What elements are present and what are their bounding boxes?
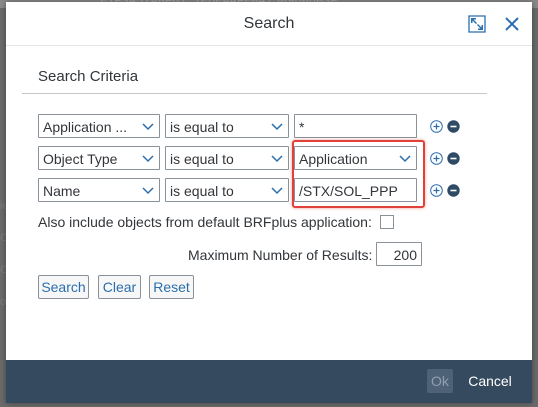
field-select-application[interactable]: Application ...: [38, 114, 160, 138]
operator-select-name[interactable]: is equal to: [165, 178, 289, 202]
section-divider: [22, 93, 487, 94]
expand-icon[interactable]: [468, 15, 486, 33]
operator-select-application[interactable]: is equal to: [165, 114, 289, 138]
chevron-down-icon: [142, 187, 154, 195]
chevron-down-icon: [142, 123, 154, 131]
chevron-down-icon: [271, 123, 283, 131]
dialog-footer: Ok Cancel: [6, 360, 532, 403]
add-row-icon[interactable]: [430, 120, 443, 133]
add-row-icon[interactable]: [430, 184, 443, 197]
chevron-down-icon: [271, 155, 283, 163]
reset-button[interactable]: Reset: [149, 275, 194, 299]
field-select-object-type[interactable]: Object Type: [38, 146, 160, 170]
remove-row-icon[interactable]: [447, 184, 460, 197]
remove-row-icon[interactable]: [447, 120, 460, 133]
operator-select-object-type[interactable]: is equal to: [165, 146, 289, 170]
search-dialog: Search Search Criteria Application ... i…: [6, 2, 532, 403]
max-results-label: Maximum Number of Results:: [188, 247, 373, 263]
dialog-header: Search: [6, 2, 532, 46]
add-row-icon[interactable]: [430, 152, 443, 165]
remove-row-icon[interactable]: [447, 152, 460, 165]
dialog-title: Search: [243, 15, 295, 32]
close-icon[interactable]: [503, 15, 521, 33]
clear-button[interactable]: Clear: [98, 275, 141, 299]
include-default-label: Also include objects from default BRFplu…: [38, 214, 372, 230]
cancel-button[interactable]: Cancel: [462, 369, 518, 393]
section-title: Search Criteria: [38, 68, 139, 85]
max-results-input[interactable]: 200: [376, 242, 422, 266]
field-select-name[interactable]: Name: [38, 178, 160, 202]
highlight-annotation: [292, 140, 425, 208]
chevron-down-icon: [142, 155, 154, 163]
search-button[interactable]: Search: [38, 275, 89, 299]
chevron-down-icon: [271, 187, 283, 195]
value-input-application[interactable]: *: [294, 114, 417, 138]
ok-button[interactable]: Ok: [427, 369, 453, 393]
include-default-checkbox[interactable]: [380, 215, 394, 229]
